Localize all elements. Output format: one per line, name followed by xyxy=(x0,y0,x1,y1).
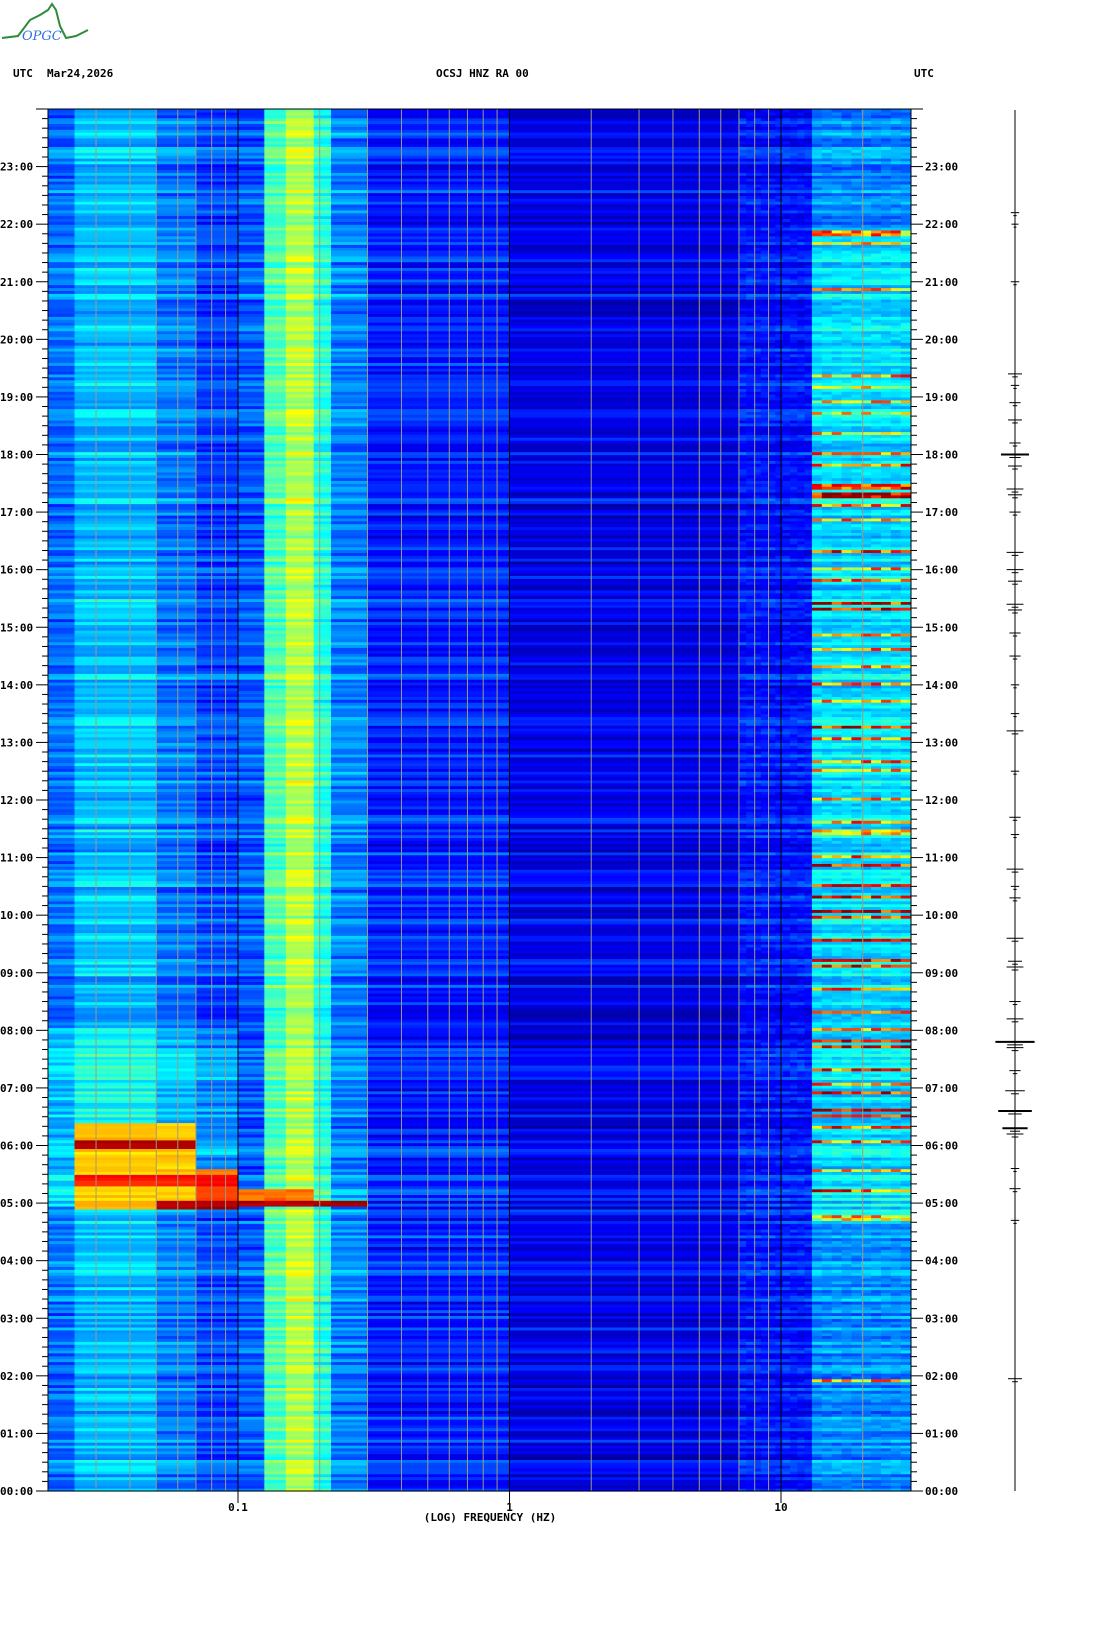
spectrogram-chart: 00:00 00:0001:00 01:0002:00 02:0003:00 03:00… xyxy=(0,108,1035,1524)
